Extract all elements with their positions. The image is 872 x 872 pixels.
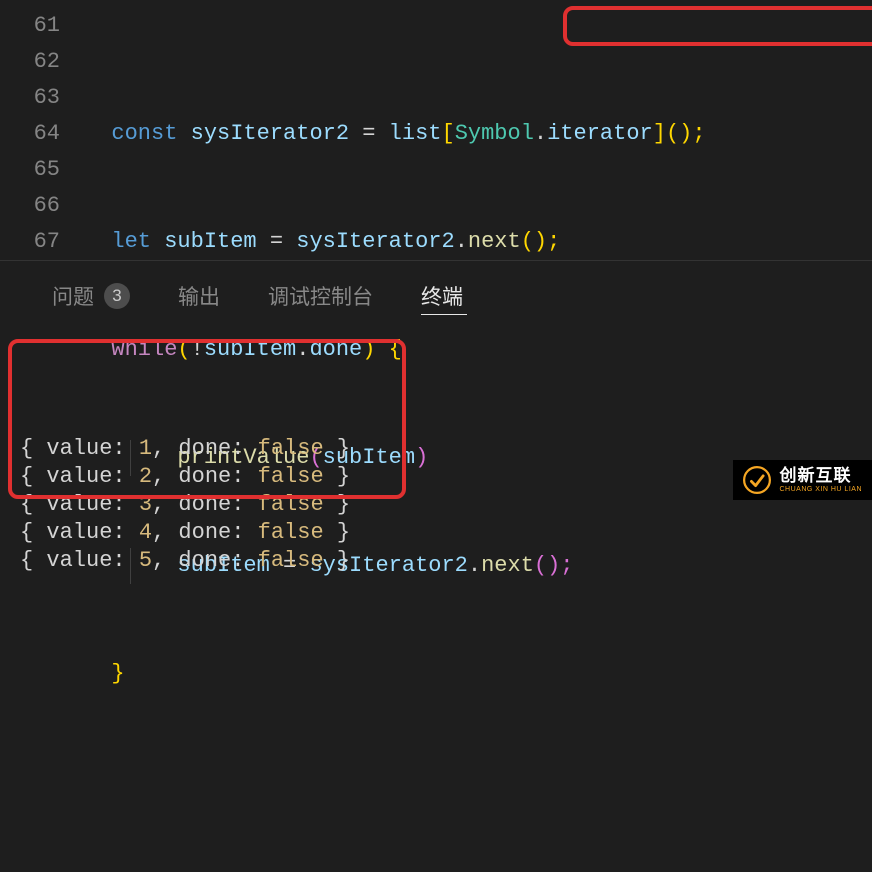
- terminal-line: { value: 1, done: false }: [20, 435, 852, 463]
- terminal-line: { value: 4, done: false }: [20, 519, 852, 547]
- watermark-logo: 创新互联 CHUANG XIN HU LIAN: [733, 460, 872, 500]
- annotation-highlight-box: [563, 6, 872, 46]
- terminal-line: { value: 3, done: false }: [20, 491, 852, 519]
- code-line: }: [85, 656, 872, 692]
- code-content[interactable]: const sysIterator2 = list[Symbol.iterato…: [85, 0, 872, 260]
- code-line: let subItem = sysIterator2.next();: [85, 224, 872, 260]
- line-number: 67: [0, 224, 60, 260]
- line-number: 66: [0, 188, 60, 224]
- watermark-icon: [743, 466, 771, 494]
- code-line: const sysIterator2 = list[Symbol.iterato…: [85, 116, 872, 152]
- watermark-main: 创新互联: [779, 467, 862, 484]
- tab-label: 终端: [421, 281, 463, 311]
- line-number: 62: [0, 44, 60, 80]
- line-number: 63: [0, 80, 60, 116]
- line-number: 65: [0, 152, 60, 188]
- line-number: 61: [0, 8, 60, 44]
- line-number: 64: [0, 116, 60, 152]
- code-line: [85, 764, 872, 800]
- terminal-line: { value: 5, done: false }: [20, 547, 852, 575]
- watermark-sub: CHUANG XIN HU LIAN: [779, 486, 862, 493]
- terminal-line: { value: 2, done: false }: [20, 463, 852, 491]
- line-number-gutter: 61 62 63 64 65 66 67: [0, 0, 85, 260]
- code-editor[interactable]: 61 62 63 64 65 66 67 const sysIterator2 …: [0, 0, 872, 260]
- tab-terminal[interactable]: 终端: [421, 281, 463, 311]
- active-tab-underline: [421, 314, 467, 315]
